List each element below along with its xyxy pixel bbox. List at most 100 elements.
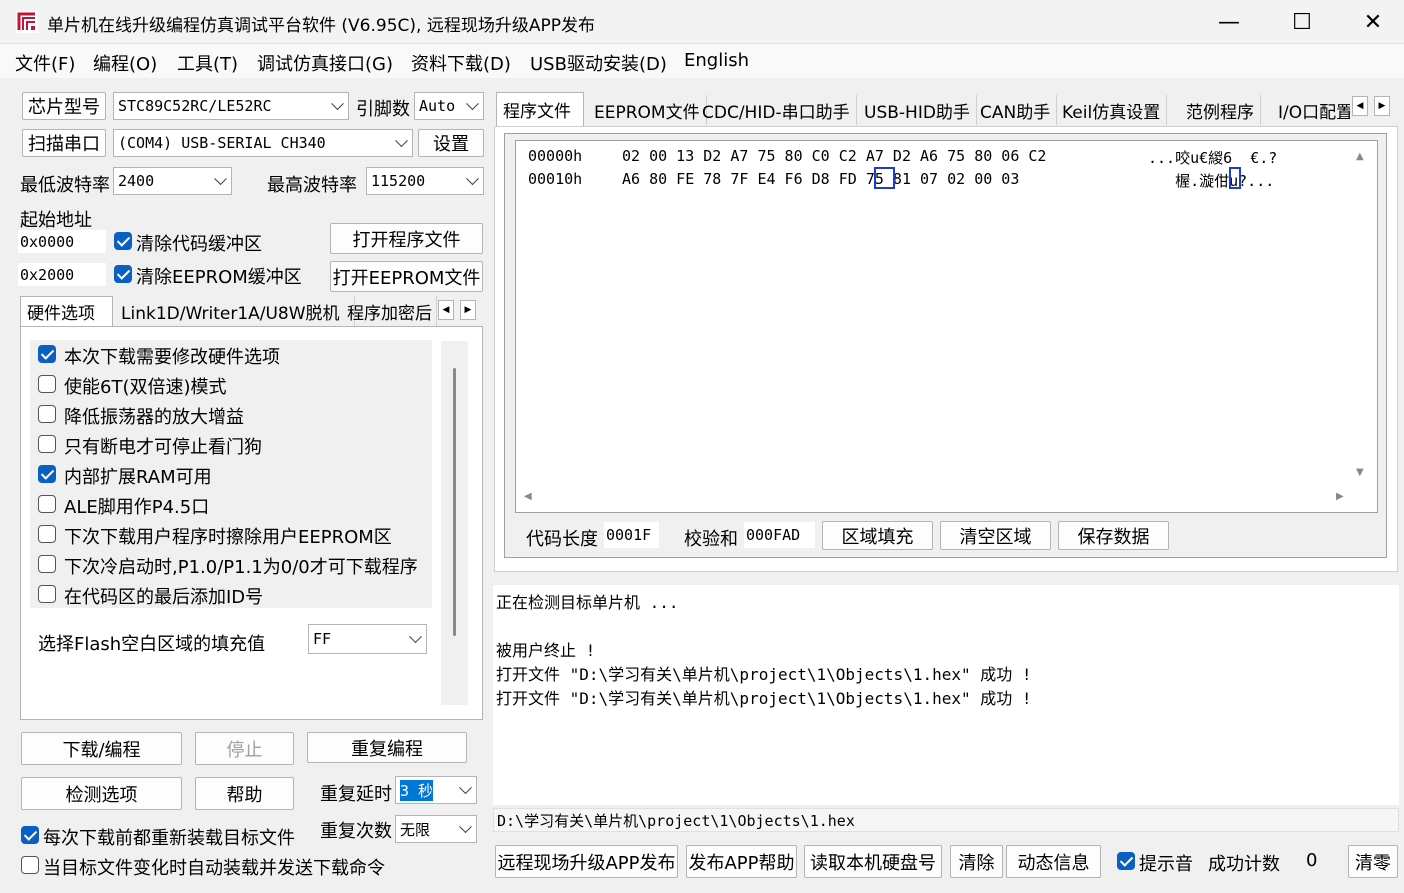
clear-region-button[interactable]: 清空区域 <box>940 521 1051 550</box>
tab-scroll-left-icon[interactable]: ◀ <box>438 300 454 320</box>
tab-scroll-left-icon[interactable]: ◀ <box>1352 96 1368 116</box>
option-label: 下次下载用户程序时擦除用户EEPROM区 <box>64 527 392 548</box>
read-disk-id-button[interactable]: 读取本机硬盘号 <box>804 845 942 878</box>
tab-program-file[interactable]: 程序文件 <box>496 92 584 126</box>
download-program-button[interactable]: 下载/编程 <box>21 732 182 765</box>
repeat-count-select[interactable]: 无限 <box>395 815 477 843</box>
tab-offline-writer[interactable]: Link1D/Writer1A/U8W脱机 <box>115 296 355 326</box>
tab-eeprom-file[interactable]: EEPROM文件 <box>588 95 707 125</box>
log-line: 打开文件 "D:\学习有关\单片机\project\1\Objects\1.he… <box>496 689 1032 708</box>
help-button[interactable]: 帮助 <box>195 777 294 810</box>
open-eeprom-file-button[interactable]: 打开EEPROM文件 <box>330 261 483 292</box>
option-checkbox[interactable] <box>38 495 56 513</box>
menu-usb-driver[interactable]: USB驱动安装(D) <box>530 50 667 76</box>
check-options-button[interactable]: 检测选项 <box>21 777 182 810</box>
tab-hardware-options[interactable]: 硬件选项 <box>20 296 113 326</box>
menu-bar: 文件(F) 编程(O) 工具(T) 调试仿真接口(G) 资料下载(D) USB驱… <box>0 44 1404 78</box>
hex-bytes: 02 00 13 D2 A7 75 80 C0 C2 A7 D2 A6 75 8… <box>622 147 1047 165</box>
save-data-button[interactable]: 保存数据 <box>1058 521 1169 550</box>
menu-file[interactable]: 文件(F) <box>15 50 75 76</box>
tab-io-config[interactable]: I/O口配置 <box>1272 95 1350 125</box>
sound-checkbox[interactable] <box>1117 852 1135 870</box>
serial-port-value: (COM4) USB-SERIAL CH340 <box>118 134 326 152</box>
close-button[interactable]: ✕ <box>1338 0 1404 44</box>
reload-target-label: 每次下载前都重新装载目标文件 <box>43 828 295 849</box>
auto-load-checkbox[interactable] <box>21 856 39 874</box>
scroll-down-icon[interactable]: ▼ <box>1356 467 1364 478</box>
minimize-button[interactable]: — <box>1194 0 1264 44</box>
reload-target-checkbox[interactable] <box>21 826 39 844</box>
menu-tools[interactable]: 工具(T) <box>177 50 238 76</box>
max-baud-select[interactable]: 115200 <box>366 167 484 195</box>
option-checkbox[interactable] <box>38 405 56 423</box>
chevron-down-icon <box>395 134 408 148</box>
repeat-delay-value: 3 秒 <box>400 779 434 801</box>
scroll-left-icon[interactable]: ◀ <box>524 491 532 502</box>
option-checkbox[interactable] <box>38 375 56 393</box>
chevron-down-icon <box>466 172 479 186</box>
scrollbar-thumb[interactable] <box>453 368 456 636</box>
options-scrollbar[interactable] <box>441 341 468 705</box>
maximize-button[interactable]: ☐ <box>1267 0 1337 44</box>
min-baud-select[interactable]: 2400 <box>113 167 232 195</box>
option-checkbox[interactable] <box>38 555 56 573</box>
dynamic-info-button[interactable]: 动态信息 <box>1006 845 1101 878</box>
log-line: 正在检测目标单片机 ... <box>496 593 679 612</box>
fill-value: FF <box>313 630 332 648</box>
publish-app-button[interactable]: 远程现场升级APP发布 <box>495 845 678 878</box>
option-checkbox[interactable] <box>38 465 56 483</box>
tab-encryption[interactable]: 程序加密后 <box>341 296 437 326</box>
option-checkbox[interactable] <box>38 525 56 543</box>
clear-log-button[interactable]: 清除 <box>950 845 1003 878</box>
tab-scroll-right-icon[interactable]: ▶ <box>1374 96 1390 116</box>
option-label: ALE脚用作P4.5口 <box>64 497 210 518</box>
tab-keil-settings[interactable]: Keil仿真设置 <box>1056 95 1168 125</box>
repeat-program-button[interactable]: 重复编程 <box>307 732 467 763</box>
pin-count-select[interactable]: Auto <box>414 92 484 120</box>
title-bar: 单片机在线升级编程仿真调试平台软件 (V6.95C), 远程现场升级APP发布 … <box>0 0 1404 44</box>
menu-english[interactable]: English <box>684 50 749 71</box>
fill-value-select[interactable]: FF <box>308 624 427 654</box>
publish-help-button[interactable]: 发布APP帮助 <box>686 845 797 878</box>
scan-port-button[interactable]: 扫描串口 <box>22 129 106 157</box>
open-program-file-button[interactable]: 打开程序文件 <box>330 223 483 254</box>
chevron-down-icon <box>331 97 344 111</box>
hex-ascii: ...咬u€緵6 €.? <box>1148 149 1278 167</box>
option-checkbox[interactable] <box>38 345 56 363</box>
code-address-input[interactable]: 0x0000 <box>18 230 106 253</box>
repeat-count-value: 无限 <box>400 820 431 839</box>
menu-debug[interactable]: 调试仿真接口(G) <box>257 50 393 76</box>
scroll-right-icon[interactable]: ▶ <box>1336 491 1344 502</box>
menu-download[interactable]: 资料下载(D) <box>411 50 511 76</box>
chip-model-select[interactable]: STC89C52RC/LE52RC <box>113 92 349 120</box>
option-label: 内部扩展RAM可用 <box>64 467 212 488</box>
menu-program[interactable]: 编程(O) <box>93 50 157 76</box>
eeprom-address-input[interactable]: 0x2000 <box>18 263 106 286</box>
tab-can-assistant[interactable]: CAN助手 <box>974 95 1058 125</box>
option-checkbox[interactable] <box>38 585 56 603</box>
clear-eeprom-checkbox[interactable] <box>114 265 132 283</box>
stop-button[interactable]: 停止 <box>195 732 294 765</box>
fill-region-button[interactable]: 区域填充 <box>822 521 933 550</box>
chevron-down-icon <box>466 97 479 111</box>
option-checkbox[interactable] <box>38 435 56 453</box>
serial-port-select[interactable]: (COM4) USB-SERIAL CH340 <box>113 129 413 157</box>
reset-count-button[interactable]: 清零 <box>1348 845 1398 878</box>
tab-scroll-right-icon[interactable]: ▶ <box>460 300 476 320</box>
fill-value-label: 选择Flash空白区域的填充值 <box>38 634 266 655</box>
hex-ascii: 楃.漩佄u?... <box>1148 172 1275 190</box>
hex-address: 00010h <box>528 170 583 188</box>
tab-serial-assistant[interactable]: CDC/HID-串口助手 <box>696 95 857 125</box>
code-length-value: 0001F <box>604 522 659 548</box>
scroll-up-icon[interactable]: ▲ <box>1356 151 1364 162</box>
option-label: 下次冷启动时,P1.0/P1.1为0/0才可下载程序 <box>64 557 418 578</box>
settings-button[interactable]: 设置 <box>418 129 484 157</box>
min-baud-label: 最低波特率 <box>20 175 110 196</box>
clear-code-checkbox[interactable] <box>114 232 132 250</box>
hex-editor[interactable]: 00000h 02 00 13 D2 A7 75 80 C0 C2 A7 D2 … <box>515 140 1378 513</box>
chip-model-button[interactable]: 芯片型号 <box>22 92 106 120</box>
tab-usb-hid[interactable]: USB-HID助手 <box>858 95 977 125</box>
file-path-text: D:\学习有关\单片机\project\1\Objects\1.hex <box>497 812 855 830</box>
repeat-delay-select[interactable]: 3 秒 <box>395 776 477 804</box>
tab-examples[interactable]: 范例程序 <box>1180 95 1261 125</box>
